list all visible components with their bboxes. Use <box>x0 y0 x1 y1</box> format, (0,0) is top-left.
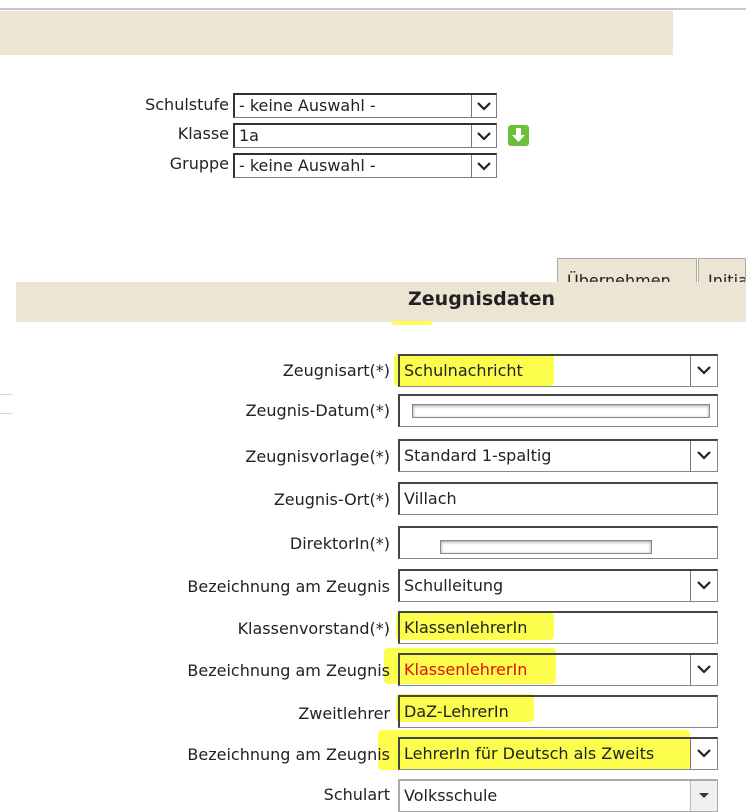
redacted-value <box>412 404 710 418</box>
zeugnis-datum-field[interactable] <box>398 394 718 427</box>
chevron-down-icon[interactable] <box>690 441 717 471</box>
bezeichnung-klassenvorstand-value: KlassenlehrerIn <box>404 660 528 679</box>
caret-down-icon[interactable] <box>690 781 717 811</box>
direktorin-label: DirektorIn(*) <box>289 534 390 553</box>
highlight-mark <box>392 321 432 325</box>
zeugnisart-select[interactable]: Schulnachricht <box>398 354 718 387</box>
zweitlehrer-label: Zweitlehrer <box>298 704 390 723</box>
chevron-down-icon[interactable] <box>471 125 496 147</box>
arrow-down-icon[interactable] <box>508 125 529 146</box>
chevron-down-icon[interactable] <box>690 356 717 386</box>
schulart-value: Volksschule <box>404 786 498 805</box>
bezeichnung-direktorin-select[interactable]: Schulleitung <box>398 569 718 602</box>
top-toolbar-band <box>0 11 673 55</box>
zeugnis-ort-label: Zeugnis-Ort(*) <box>273 490 390 509</box>
zeugnis-ort-input[interactable]: Villach <box>398 482 718 515</box>
chevron-down-icon[interactable] <box>690 739 717 769</box>
bezeichnung-klassenvorstand-select[interactable]: KlassenlehrerIn <box>398 653 718 686</box>
gruppe-value: - keine Auswahl - <box>239 156 376 175</box>
chevron-down-icon[interactable] <box>471 95 496 117</box>
bezeichnung-zweitlehrer-select[interactable]: LehrerIn für Deutsch als Zweits <box>398 737 718 770</box>
chevron-down-icon[interactable] <box>690 655 717 685</box>
zeugnisdaten-header <box>16 282 746 322</box>
zeugnisart-label: Zeugnisart(*) <box>282 361 390 380</box>
gruppe-select[interactable]: - keine Auswahl - <box>233 153 497 178</box>
klasse-select[interactable]: 1a <box>233 123 497 148</box>
top-divider <box>0 8 746 10</box>
schulstufe-label: Schulstufe <box>145 95 229 114</box>
zeugnisvorlage-select[interactable]: Standard 1-spaltig <box>398 439 718 472</box>
klassenvorstand-value: KlassenlehrerIn <box>404 618 528 637</box>
klassenvorstand-input[interactable]: KlassenlehrerIn <box>398 611 718 644</box>
chevron-down-icon[interactable] <box>690 571 717 601</box>
zeugnis-ort-value: Villach <box>404 489 457 508</box>
bezeichnung-zweitlehrer-value: LehrerIn für Deutsch als Zweits <box>404 744 655 763</box>
zeugnis-datum-label: Zeugnis-Datum(*) <box>245 401 390 420</box>
left-divider <box>0 394 12 395</box>
left-divider <box>0 413 12 414</box>
zeugnisart-value: Schulnachricht <box>404 361 523 380</box>
schulart-label: Schulart <box>323 785 390 804</box>
redacted-value <box>440 540 652 554</box>
schulstufe-value: - keine Auswahl - <box>239 96 376 115</box>
bezeichnung-direktorin-value: Schulleitung <box>404 576 504 595</box>
zweitlehrer-value: DaZ-LehrerIn <box>404 702 509 721</box>
zeugnisvorlage-value: Standard 1-spaltig <box>404 446 552 465</box>
section-title: Zeugnisdaten <box>408 288 556 310</box>
schulstufe-select[interactable]: - keine Auswahl - <box>233 93 497 118</box>
gruppe-label: Gruppe <box>169 154 229 173</box>
klasse-value: 1a <box>239 126 259 145</box>
bezeichnung-direktorin-label: Bezeichnung am Zeugnis <box>187 577 390 596</box>
zweitlehrer-input[interactable]: DaZ-LehrerIn <box>398 695 718 728</box>
bezeichnung-klassenvorstand-label: Bezeichnung am Zeugnis <box>187 661 390 680</box>
bezeichnung-zweitlehrer-label: Bezeichnung am Zeugnis <box>187 745 390 764</box>
direktorin-field[interactable] <box>398 526 718 559</box>
klassenvorstand-label: Klassenvorstand(*) <box>237 619 390 638</box>
klasse-label: Klasse <box>177 124 229 143</box>
chevron-down-icon[interactable] <box>471 155 496 177</box>
zeugnisvorlage-label: Zeugnisvorlage(*) <box>245 447 390 466</box>
schulart-select[interactable]: Volksschule <box>398 779 718 812</box>
